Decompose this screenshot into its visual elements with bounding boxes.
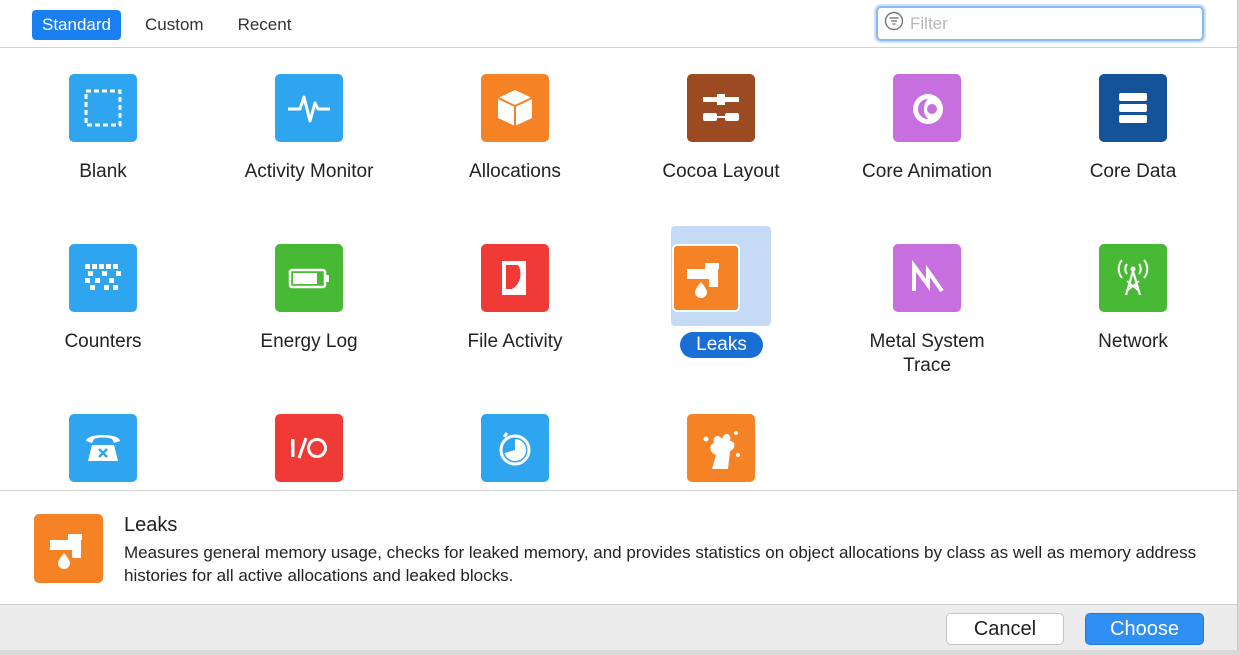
template-tabs: Standard Custom Recent bbox=[32, 10, 315, 40]
choose-button[interactable]: Choose bbox=[1085, 613, 1204, 645]
leaks-icon bbox=[34, 514, 103, 583]
template-label: Activity Monitor bbox=[244, 161, 374, 182]
energy-log-icon bbox=[275, 244, 343, 312]
template-energy-log[interactable]: Energy Log bbox=[206, 218, 412, 388]
template-activity-monitor[interactable]: Activity Monitor bbox=[206, 48, 412, 218]
network-icon bbox=[1099, 244, 1167, 312]
template-grid: Blank Activity Monitor Allocations Cocoa… bbox=[0, 48, 1237, 490]
template-label: Counters bbox=[64, 331, 142, 352]
template-leaks[interactable]: Leaks bbox=[618, 218, 824, 388]
io-icon bbox=[275, 414, 343, 482]
template-chooser-window: Standard Custom Recent Blank Activity Mo… bbox=[0, 0, 1238, 650]
template-splash[interactable] bbox=[618, 388, 824, 490]
leaks-icon bbox=[672, 244, 740, 312]
filter-icon bbox=[884, 11, 904, 36]
template-telephone[interactable] bbox=[0, 388, 206, 490]
template-label: Core Animation bbox=[862, 161, 992, 182]
timer-icon bbox=[481, 414, 549, 482]
detail-description: Measures general memory usage, checks fo… bbox=[124, 543, 1197, 585]
counters-icon bbox=[69, 244, 137, 312]
filter-field[interactable] bbox=[876, 6, 1204, 41]
template-network[interactable]: Network bbox=[1030, 218, 1236, 388]
template-label: Network bbox=[1098, 331, 1168, 352]
blank-template-icon bbox=[69, 74, 137, 142]
filter-input[interactable] bbox=[910, 13, 1190, 34]
file-activity-icon bbox=[481, 244, 549, 312]
template-label: Cocoa Layout bbox=[662, 161, 780, 182]
template-file-activity[interactable]: File Activity bbox=[412, 218, 618, 388]
template-label: Allocations bbox=[469, 161, 561, 182]
metal-system-trace-icon bbox=[893, 244, 961, 312]
allocations-icon bbox=[481, 74, 549, 142]
template-label: Core Data bbox=[1089, 161, 1177, 182]
template-label: Leaks bbox=[680, 332, 763, 358]
top-bar: Standard Custom Recent bbox=[0, 0, 1237, 48]
template-label: Metal System Trace bbox=[869, 331, 985, 376]
template-io[interactable] bbox=[206, 388, 412, 490]
template-counters[interactable]: Counters bbox=[0, 218, 206, 388]
template-allocations[interactable]: Allocations bbox=[412, 48, 618, 218]
telephone-icon bbox=[69, 414, 137, 482]
template-label: Blank bbox=[79, 161, 127, 182]
dialog-footer: Cancel Choose bbox=[0, 604, 1237, 650]
template-core-animation[interactable]: Core Animation bbox=[824, 48, 1030, 218]
core-animation-icon bbox=[893, 74, 961, 142]
background-strip bbox=[0, 650, 1240, 655]
template-core-data[interactable]: Core Data bbox=[1030, 48, 1236, 218]
tab-custom[interactable]: Custom bbox=[135, 10, 214, 40]
template-label: File Activity bbox=[467, 331, 563, 352]
core-data-icon bbox=[1099, 74, 1167, 142]
cocoa-layout-icon bbox=[687, 74, 755, 142]
splash-icon bbox=[687, 414, 755, 482]
tab-standard[interactable]: Standard bbox=[32, 10, 121, 40]
detail-title: Leaks bbox=[124, 514, 178, 536]
template-detail-panel: Leaks Measures general memory usage, che… bbox=[0, 490, 1237, 604]
template-metal-system-trace[interactable]: Metal System Trace bbox=[824, 218, 1030, 388]
template-blank[interactable]: Blank bbox=[0, 48, 206, 218]
template-label: Energy Log bbox=[260, 331, 358, 352]
template-timer[interactable] bbox=[412, 388, 618, 490]
cancel-button[interactable]: Cancel bbox=[946, 613, 1064, 645]
tab-recent[interactable]: Recent bbox=[228, 10, 302, 40]
activity-monitor-icon bbox=[275, 74, 343, 142]
template-cocoa-layout[interactable]: Cocoa Layout bbox=[618, 48, 824, 218]
